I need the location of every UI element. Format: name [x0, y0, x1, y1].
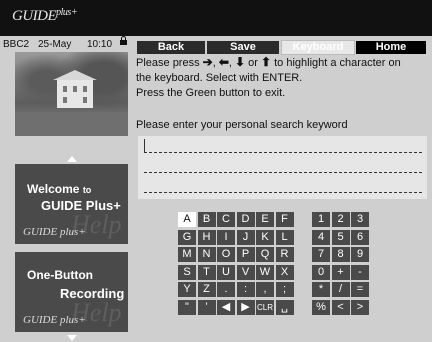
channel-name: BBC2 — [3, 39, 30, 50]
key-letter[interactable]: Z — [197, 282, 216, 297]
key-number[interactable]: % — [312, 299, 330, 315]
key-number[interactable]: 9 — [351, 247, 369, 262]
key-letter[interactable]: " — [178, 299, 196, 315]
status-bar: BBC2 25-May 10:10 — [0, 36, 134, 51]
key-letter[interactable]: Q — [256, 247, 274, 262]
arrow-right-icon: ➔ — [202, 55, 213, 69]
key-letter[interactable]: CLR — [256, 299, 274, 315]
arrow-down-icon: ⬇ — [235, 55, 246, 69]
promo-welcome-line1: Welcome to — [27, 182, 91, 196]
top-bar: GUIDEplus+ — [0, 0, 432, 36]
time-text: 10:10 — [87, 39, 113, 50]
entry-line-3 — [144, 192, 422, 193]
key-number[interactable]: 4 — [312, 229, 330, 245]
entry-line-2 — [144, 172, 422, 173]
key-number[interactable]: 6 — [351, 229, 369, 245]
key-letter[interactable]: N — [197, 247, 216, 262]
promo-logo: GUIDE plus+ — [23, 226, 86, 238]
promo-one-button-recording[interactable]: One-Button Recording Help GUIDE plus+ — [15, 252, 128, 332]
key-number[interactable]: 2 — [331, 212, 350, 227]
date-text: 25-May — [38, 39, 72, 50]
key-letter[interactable]: T — [197, 264, 216, 280]
key-number[interactable]: < — [331, 299, 350, 315]
key-letter[interactable]: V — [236, 264, 255, 280]
instr-highlight: to highlight a character on — [274, 57, 401, 69]
tv-preview — [15, 52, 128, 136]
key-letter[interactable]: K — [256, 229, 274, 245]
guide-plus-logo: GUIDEplus+ — [12, 7, 78, 25]
key-letter[interactable]: B — [197, 212, 216, 227]
text-cursor — [144, 139, 145, 153]
logo-sup: plus+ — [56, 7, 78, 18]
instructions: Please press ➔, ⬅, ⬇ or ⬆ to highlight a… — [136, 55, 426, 101]
key-letter[interactable]: M — [178, 247, 196, 262]
entry-line-1 — [144, 152, 422, 153]
key-letter[interactable]: F — [275, 212, 294, 227]
key-letter[interactable]: ; — [275, 282, 294, 297]
key-letter[interactable]: I — [217, 229, 235, 245]
key-letter[interactable]: C — [217, 212, 235, 227]
key-letter[interactable]: J — [236, 229, 255, 245]
arrow-left-icon: ⬅ — [218, 55, 229, 69]
tab-back[interactable]: Back — [137, 41, 205, 54]
promo-welcome-to: to — [82, 185, 92, 195]
key-number[interactable]: > — [351, 299, 369, 315]
search-prompt: Please enter your personal search keywor… — [136, 119, 348, 131]
instruction-line-1: Please press ➔, ⬅, ⬇ or ⬆ to highlight a… — [136, 55, 426, 71]
key-number[interactable]: - — [351, 264, 369, 280]
house-image — [53, 70, 97, 108]
search-keyword-input[interactable] — [138, 136, 427, 199]
key-number[interactable]: 3 — [351, 212, 369, 227]
key-number[interactable]: * — [312, 282, 330, 297]
key-number[interactable]: = — [351, 282, 369, 297]
key-letter[interactable]: R — [275, 247, 294, 262]
instr-press: Please press — [136, 57, 200, 69]
sep: , — [228, 57, 232, 69]
lawn — [15, 112, 128, 136]
key-letter[interactable]: , — [256, 282, 274, 297]
scroll-down-icon[interactable] — [67, 335, 77, 341]
key-letter[interactable]: L — [275, 229, 294, 245]
key-number[interactable]: 7 — [312, 247, 330, 262]
key-letter[interactable]: S — [178, 264, 196, 280]
arrow-up-icon: ⬆ — [261, 55, 272, 69]
scroll-up-icon[interactable] — [67, 156, 77, 162]
key-letter[interactable]: H — [197, 229, 216, 245]
key-number[interactable]: 8 — [331, 247, 350, 262]
key-number[interactable]: / — [331, 282, 350, 297]
key-letter[interactable]: ▶ — [236, 299, 255, 315]
key-number[interactable]: 5 — [331, 229, 350, 245]
promo-recording-line1: One-Button — [27, 268, 93, 282]
promo-logo: GUIDE plus+ — [23, 314, 86, 326]
key-letter[interactable]: E — [256, 212, 274, 227]
lock-icon — [120, 36, 127, 45]
key-letter[interactable]: O — [217, 247, 235, 262]
sep: , — [212, 57, 216, 69]
promo-welcome-word: Welcome — [27, 182, 80, 196]
key-letter[interactable]: . — [217, 282, 235, 297]
key-letter[interactable]: P — [236, 247, 255, 262]
key-number[interactable]: 0 — [312, 264, 330, 280]
logo-text: GUIDE — [12, 8, 57, 24]
instr-or: or — [248, 57, 258, 69]
key-number[interactable]: + — [331, 264, 350, 280]
key-number[interactable]: 1 — [312, 212, 330, 227]
instruction-line-3: Press the Green button to exit. — [136, 87, 286, 99]
tab-save[interactable]: Save — [207, 41, 279, 54]
key-letter[interactable]: U — [217, 264, 235, 280]
key-letter[interactable]: W — [256, 264, 274, 280]
key-letter[interactable]: Y — [178, 282, 196, 297]
key-letter[interactable]: D — [236, 212, 255, 227]
key-letter[interactable]: A — [178, 212, 196, 227]
instruction-line-2: the keyboard. Select with ENTER. — [136, 72, 303, 84]
key-letter[interactable]: ' — [197, 299, 216, 315]
key-letter[interactable]: ␣ — [275, 299, 294, 315]
tab-home[interactable]: Home — [356, 41, 426, 54]
key-letter[interactable]: : — [236, 282, 255, 297]
tab-keyboard[interactable]: Keyboard — [281, 40, 355, 55]
key-letter[interactable]: X — [275, 264, 294, 280]
promo-welcome[interactable]: Welcome to GUIDE Plus+ Help GUIDE plus+ — [15, 164, 128, 244]
key-letter[interactable]: G — [178, 229, 196, 245]
key-letter[interactable]: ◀ — [217, 299, 235, 315]
